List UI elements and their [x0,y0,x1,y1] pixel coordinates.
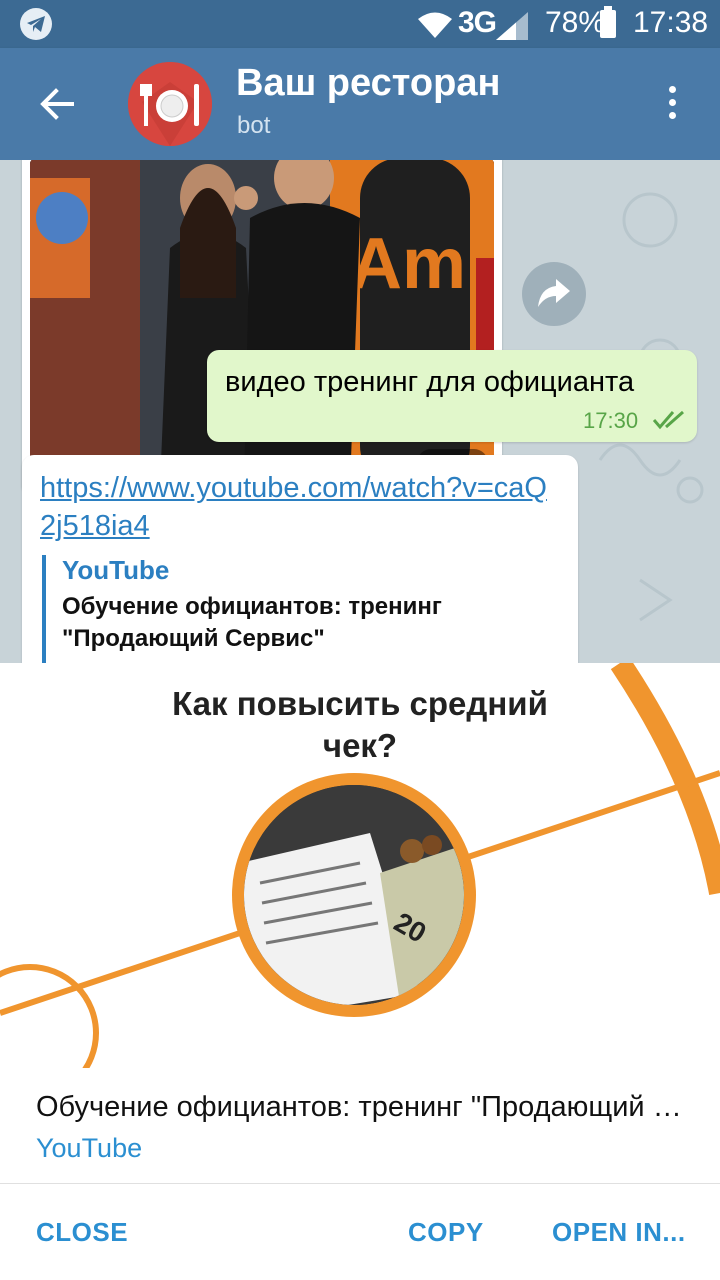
message-list[interactable]: Am 17:08 видео тренинг для официанта 17:… [0,160,720,663]
incoming-link-message[interactable]: https://www.youtube.com/watch?v=caQ2j518… [22,455,578,663]
more-vert-icon[interactable] [660,86,684,126]
preview-accent-bar [42,555,46,663]
forward-icon [538,279,570,307]
preview-site-name: YouTube [62,555,170,585]
back-arrow-icon[interactable] [36,84,76,124]
close-button[interactable]: CLOSE [36,1217,128,1248]
message-link[interactable]: https://www.youtube.com/watch?v=caQ2j518… [40,469,560,545]
svg-text:Am: Am [350,224,466,304]
video-preview-image[interactable]: 20 Как повысить средний чек? [0,663,720,1068]
chat-subtitle: bot [237,112,271,139]
avatar[interactable] [128,62,212,146]
double-check-icon [653,410,684,430]
message-text: видео тренинг для официанта [225,366,635,398]
copy-button[interactable]: COPY [408,1217,484,1248]
battery-percent: 78% [545,6,606,39]
sheet-site: YouTube [36,1133,143,1163]
forward-button[interactable] [522,262,586,326]
preview-description: Обучение официантов: тренинг "Продающий … [62,593,442,652]
outgoing-message[interactable]: видео тренинг для официанта 17:30 [207,350,697,442]
photo-message[interactable]: Am 17:08 [22,160,502,495]
message-time: 17:30 [583,408,639,433]
open-in-button[interactable]: OPEN IN... [552,1217,686,1248]
clock: 17:38 [633,6,709,39]
battery-icon [600,6,616,38]
chat-title[interactable]: Ваш ресторан [236,62,500,105]
preview-headline: Как повысить средний чек? [172,685,548,764]
chat-header: Ваш ресторан bot [0,48,720,160]
status-bar: 3G 78% 17:38 [0,0,720,48]
signal-icon [496,12,528,40]
network-type: 3G [458,6,497,39]
wifi-icon [418,12,452,38]
link-preview-sheet: 20 Как повысить средний чек? Обучение оф… [0,663,720,1280]
telegram-icon [20,8,52,40]
divider [0,1183,720,1184]
sheet-title: Обучение официантов: тренинг "Продающий … [36,1091,686,1123]
